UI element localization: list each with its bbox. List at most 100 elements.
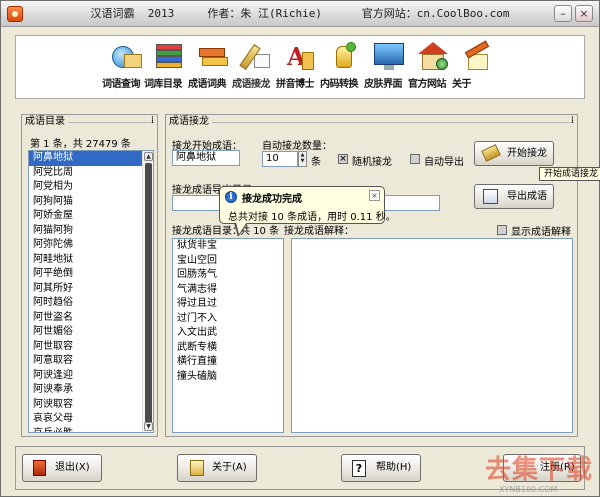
list-item[interactable]: 阿党相为 [29,180,153,195]
panel-title: 成语目录 [25,115,68,129]
minimize-button[interactable]: – [554,5,572,22]
list-item[interactable]: 阿意取容 [29,354,153,369]
help-button[interactable]: ? 帮助(H) [341,454,421,482]
list-item[interactable]: 阿鼻地狱 [29,151,153,166]
chain-result-list[interactable]: 狱货非宝 宝山空回 回肠荡气 气满志得 得过且过 过门不入 入文出武 武断专横 横行直撞 撞头磕脑 [172,238,284,433]
auto-export-checkbox[interactable] [410,154,420,164]
toolbar-label: 词语查询 [102,79,141,90]
auto-export-label: 自动导出 [424,157,464,168]
scroll-up-icon[interactable]: ▲ [144,152,153,161]
list-item[interactable]: 气满志得 [173,283,283,298]
about-icon [460,40,494,72]
toolbar-label: 关于 [452,79,472,90]
chain-explain-label: 接龙成语解释： [284,226,354,237]
list-item[interactable]: 哀哀父母 [29,412,153,427]
list-item[interactable]: 回肠荡气 [173,268,283,283]
chain-complete-balloon: i 接龙成功完成 × 总共对接 10 条成语，用时 0.11 秒。 [219,186,396,224]
toolbar-label: 成语接龙 [232,79,271,90]
info-icon: i [225,191,237,203]
auto-count-stepper[interactable]: ▲ ▼ [298,151,307,167]
panel-grip-icon[interactable]: ⁞ [571,115,574,127]
list-item[interactable]: 阿谀取容 [29,398,153,413]
toolbar-website[interactable]: 官方网站 [408,40,458,98]
list-item[interactable]: 武断专横 [173,341,283,356]
list-item[interactable]: 阿猫阿狗 [29,224,153,239]
idiom-catalog-panel: 成语目录 ⁞ 第 1 条，共 27479 条 阿鼻地狱 阿党比周 阿党相为 阿狗阿猫阿… [21,114,158,437]
list-item[interactable]: 阿平绝倒 [29,267,153,282]
list-item[interactable]: 阿畦地狱 [29,253,153,268]
list-item[interactable]: 阿谀逢迎 [29,369,153,384]
main-toolbar: 词语查询 词库目录 成语词典 成语接龙 A 拼音博士 内码转换 皮肤界面 官方网… [15,35,585,99]
list-item[interactable]: 阿谀奉承 [29,383,153,398]
random-chain-label: 随机接龙 [352,157,392,168]
list-item[interactable]: 横行直撞 [173,355,283,370]
scroll-down-icon[interactable]: ▼ [144,422,153,431]
site-watermark-url: XYNB100.COM [499,485,558,494]
random-chain-checkbox[interactable]: × [338,154,348,164]
toolbar-about[interactable]: 关于 [452,40,502,98]
window-title: 汉语词霸 2013 作者：朱 江(Richie) 官方网站：cn.CoolBoo… [90,7,510,20]
toolbar-lexicon[interactable]: 词库目录 [144,40,194,98]
help-icon: ? [352,460,366,477]
start-idiom-input[interactable]: 阿鼻地狱 [172,150,240,166]
list-item[interactable]: 撞头磕脑 [173,370,283,385]
list-item[interactable]: 阿世媚俗 [29,325,153,340]
app-window: 汉语词霸 2013 作者：朱 江(Richie) 官方网站：cn.CoolBoo… [0,0,600,497]
toolbar-label: 内码转换 [320,79,359,90]
about-button[interactable]: 关于(A) [177,454,257,482]
exit-button[interactable]: 退出(X) [22,454,102,482]
convert-icon [328,40,362,72]
list-item[interactable]: 哀兵必胜 [29,427,153,433]
list-item[interactable]: 阿时趋俗 [29,296,153,311]
export-idioms-button[interactable]: 导出成语 [474,184,554,209]
toolbar-skin[interactable]: 皮肤界面 [364,40,414,98]
list-item[interactable]: 阿世盗名 [29,311,153,326]
house-globe-icon [416,40,450,72]
auto-count-label: 自动接龙数量： [262,141,332,152]
record-count: 第 1 条，共 27479 条 [30,139,131,150]
balloon-message: 总共对接 10 条成语，用时 0.11 秒。 [228,212,396,223]
toolbar-code-convert[interactable]: 内码转换 [320,40,370,98]
list-item[interactable]: 宝山空回 [173,254,283,269]
pen-paper-icon [190,460,204,476]
start-chain-button[interactable]: 开始接龙 [474,141,554,166]
list-item[interactable]: 阿其所好 [29,282,153,297]
list-item[interactable]: 得过且过 [173,297,283,312]
title-bar[interactable]: 汉语词霸 2013 作者：朱 江(Richie) 官方网站：cn.CoolBoo… [1,1,599,27]
toolbar-pinyin[interactable]: A 拼音博士 [276,40,326,98]
list-item[interactable]: 阿娇金屋 [29,209,153,224]
toolbar-label: 词库目录 [144,79,183,90]
list-item[interactable]: 狱货非宝 [173,239,283,254]
dictionary-icon [196,40,230,72]
panel-title: 成语接龙 [169,115,212,129]
catalog-scrollbar[interactable]: ▲ ▼ [142,151,153,432]
list-item[interactable]: 过门不入 [173,312,283,327]
pinyin-icon: A [284,40,318,72]
list-item[interactable]: 阿弥陀佛 [29,238,153,253]
show-explain-checkbox[interactable] [497,225,507,235]
spin-down-icon[interactable]: ▼ [299,158,306,164]
balloon-title: 接龙成功完成 [242,194,302,205]
show-explain-label: 显示成语解释 [511,227,571,238]
idiom-catalog-list[interactable]: 阿鼻地狱 阿党比周 阿党相为 阿狗阿猫 阿娇金屋 阿猫阿狗 阿弥陀佛 阿畦地狱 阿平绝倒 阿其所好… [28,150,154,433]
pen-icon [481,144,501,162]
search-book-icon [110,40,144,72]
monitor-icon [372,40,406,72]
auto-count-input[interactable]: 10 [262,151,298,167]
book-stack-icon [152,40,186,72]
auto-count-unit: 条 [311,157,321,168]
toolbar-idiom-chain[interactable]: 成语接龙 [232,40,282,98]
close-button[interactable]: × [575,5,593,22]
list-item[interactable]: 入文出武 [173,326,283,341]
pen-paper-icon [239,40,274,72]
chain-explain-box[interactable] [291,238,573,433]
toolbar-idiom-dictionary[interactable]: 成语词典 [188,40,238,98]
list-item[interactable]: 阿党比周 [29,166,153,181]
panel-grip-icon[interactable]: ⁞ [151,115,154,127]
balloon-close-button[interactable]: × [369,190,380,201]
toolbar-label: 皮肤界面 [364,79,403,90]
toolbar-label: 拼音博士 [276,79,315,90]
list-item[interactable]: 阿狗阿猫 [29,195,153,210]
scroll-thumb[interactable] [145,163,152,423]
list-item[interactable]: 阿世取容 [29,340,153,355]
